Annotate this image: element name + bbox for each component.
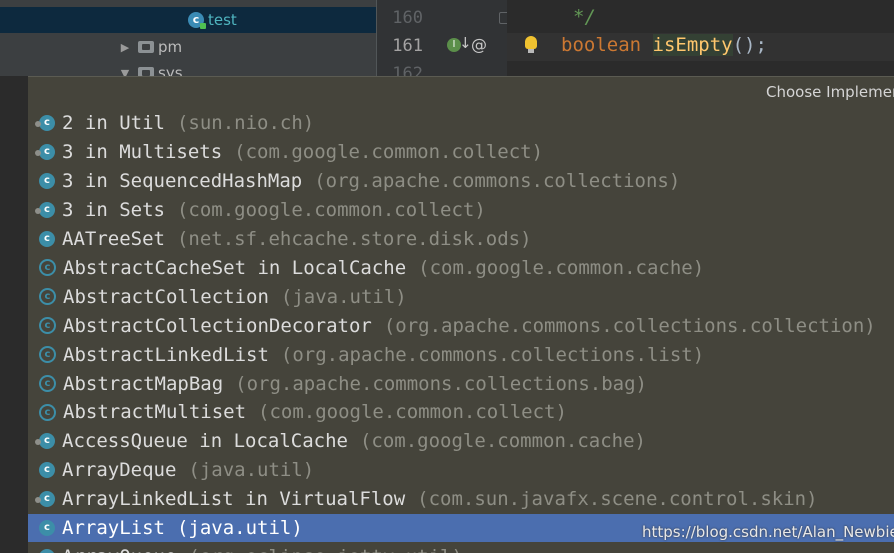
implementation-name: AbstractMultiset [63, 401, 246, 423]
implementation-name: 3 in Sets [62, 199, 165, 221]
implementation-list-item[interactable]: c AccessQueue in LocalCache (com.google.co… [28, 427, 894, 456]
popup-header: Choose Implemen [28, 77, 894, 109]
tree-item-label: pm [158, 38, 182, 56]
implementation-name: ArrayLinkedList in VirtualFlow [62, 488, 405, 510]
implementation-list-item[interactable]: c 2 in Util (sun.nio.ch) [28, 109, 894, 138]
implementation-name: AbstractLinkedList [63, 344, 269, 366]
lightbulb-icon[interactable] [525, 36, 537, 49]
inner-class-icon: c [39, 202, 55, 218]
class-icon: c [39, 549, 55, 553]
inner-class-icon: c [39, 144, 55, 160]
annotation-marker-icon[interactable]: @ [471, 35, 487, 54]
implementation-package: (java.util) [188, 459, 314, 481]
implementation-name: 3 in Multisets [62, 141, 222, 163]
code-line: boolean isEmpty(); [561, 34, 767, 56]
implementation-list-item[interactable]: c AbstractMultiset (com.google.common.coll… [28, 398, 894, 427]
implementation-package: (com.sun.javafx.scene.control.skin) [417, 488, 817, 510]
implementation-name: AccessQueue in LocalCache [62, 430, 348, 452]
implementation-package: (org.apache.commons.collections.list) [281, 344, 704, 366]
tree-item-clipped: ▔▔▔▔▔▔▔▔ [170, 0, 290, 2]
code-comment: */ [573, 6, 596, 28]
implementation-package: (com.google.common.cache) [418, 257, 704, 279]
implementation-package: (java.util) [281, 286, 407, 308]
inner-class-icon: c [39, 433, 55, 449]
implementation-list-item[interactable]: c ArrayLinkedList in VirtualFlow (com.sun.… [28, 485, 894, 514]
folder-icon [138, 67, 154, 76]
implementation-name: AbstractCollection [63, 286, 269, 308]
folder-icon [138, 41, 154, 53]
popup-title: Choose Implemen [766, 83, 894, 101]
implementation-list-item[interactable]: c AbstractLinkedList (org.apache.commons.c… [28, 340, 894, 369]
implementation-list-item[interactable]: c AbstractMapBag (org.apache.commons.colle… [28, 369, 894, 398]
implementation-name: AbstractCacheSet in LocalCache [63, 257, 406, 279]
code-method-name: isEmpty [653, 34, 733, 56]
tree-item-label: sys [158, 64, 183, 76]
implementation-name: AATreeSet [62, 228, 165, 250]
inner-class-icon: c [39, 115, 55, 131]
implementation-list-item[interactable]: c AbstractCollection (java.util) [28, 282, 894, 311]
implementation-list-item[interactable]: c 3 in SequencedHashMap (org.apache.common… [28, 167, 894, 196]
watermark: https://blog.csdn.net/Alan_Newbie [642, 523, 894, 541]
implementation-package: (com.google.common.collect) [258, 401, 567, 423]
abstract-class-icon: c [39, 404, 56, 421]
line-number: 161 [383, 36, 423, 56]
implementation-name: AbstractMapBag [63, 373, 223, 395]
implementation-list-item[interactable]: c AbstractCacheSet in LocalCache (com.goog… [28, 254, 894, 283]
implementation-list-item[interactable]: c ArrayDeque (java.util) [28, 456, 894, 485]
code-keyword: boolean [561, 34, 641, 56]
tree-item-pm[interactable]: ▶ pm [0, 34, 376, 60]
abstract-class-icon: c [39, 317, 56, 334]
abstract-class-icon: c [39, 259, 56, 276]
class-icon: c [39, 173, 55, 189]
implementation-package: (net.sf.ehcache.store.disk.ods) [177, 228, 532, 250]
implementation-name: 2 in Util [62, 112, 165, 134]
tree-item-label: test [208, 11, 237, 29]
down-arrow-icon[interactable]: ↓ [459, 34, 472, 52]
implementation-package: (org.apache.commons.collections.bag) [235, 373, 647, 395]
project-tree: ▔▔▔▔▔▔▔▔ c test ▶ pm ▼ sys [0, 0, 376, 76]
implementation-package: (java.util) [177, 517, 303, 539]
implementation-name: AbstractCollectionDecorator [63, 315, 372, 337]
implementation-name: ArrayList [62, 517, 165, 539]
code-punctuation: (); [733, 34, 767, 56]
abstract-class-icon: c [39, 288, 56, 305]
implementation-package: (org.apache.commons.collections) [314, 170, 680, 192]
implementation-list-item[interactable]: cArrayQueue(org.eclipse.jetty.util) [28, 543, 894, 553]
implementation-list-item[interactable]: c AbstractCollectionDecorator (org.apache.… [28, 311, 894, 340]
implementation-name: 3 in SequencedHashMap [62, 170, 302, 192]
implementation-package: (com.google.common.collect) [234, 141, 543, 163]
class-icon: c [39, 231, 55, 247]
class-icon: c [188, 12, 204, 28]
inner-class-icon: c [39, 491, 55, 507]
chevron-right-icon[interactable]: ▶ [118, 41, 132, 54]
editor-gutter: 160 161 162 I ↓ @ [376, 0, 507, 76]
implementation-package: (com.google.common.cache) [360, 430, 646, 452]
tree-item-test[interactable]: c test [0, 7, 376, 33]
implementation-package: (sun.nio.ch) [177, 112, 314, 134]
abstract-class-icon: c [39, 346, 56, 363]
implementation-package: (com.google.common.collect) [177, 199, 486, 221]
abstract-class-icon: c [39, 375, 56, 392]
implementation-package: (org.apache.commons.collections.collecti… [384, 315, 876, 337]
implementation-list-item[interactable]: c AATreeSet (net.sf.ehcache.store.disk.ods… [28, 225, 894, 254]
chevron-down-icon[interactable]: ▼ [118, 67, 132, 77]
line-number: 160 [383, 8, 423, 28]
choose-implementation-popup: Choose Implemen c2 in Util(sun.nio.ch)c3… [28, 76, 894, 553]
code-editor[interactable]: */ boolean isEmpty(); [507, 0, 894, 76]
implementation-name: ArrayDeque [62, 459, 176, 481]
implementation-list-item[interactable]: c 3 in Multisets (com.google.common.collec… [28, 138, 894, 167]
implementation-list-item[interactable]: c 3 in Sets (com.google.common.collect) [28, 196, 894, 225]
class-icon: c [39, 462, 55, 478]
class-icon: c [39, 520, 55, 536]
tree-item-sys[interactable]: ▼ sys [0, 60, 376, 76]
